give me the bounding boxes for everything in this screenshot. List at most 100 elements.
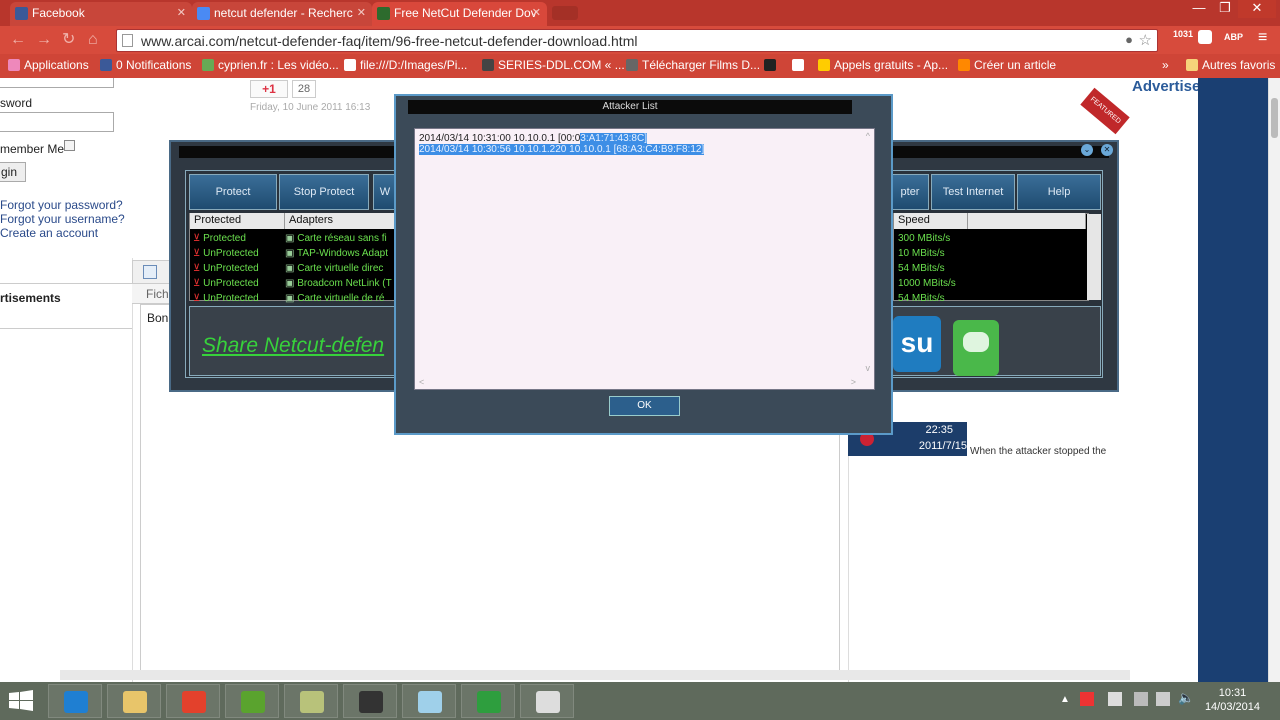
adapter-icon: ▣ — [285, 278, 298, 289]
table-row[interactable]: ⊻ UnProtected — [193, 291, 259, 306]
reload-icon[interactable]: ↻ — [62, 31, 75, 49]
menu-icon[interactable]: ≡ — [1258, 29, 1267, 47]
protect-button[interactable]: Protect — [189, 174, 277, 210]
thumb-date: 2011/7/15 — [918, 440, 967, 452]
close-icon[interactable]: ✕ — [532, 2, 541, 24]
tray-icon[interactable] — [1156, 692, 1170, 706]
forward-icon[interactable]: → — [36, 31, 52, 49]
scroll-down-icon[interactable]: v — [866, 363, 871, 373]
bookmark-item[interactable]: Applications — [8, 58, 89, 72]
bookmark-item[interactable]: Appels gratuits - Ap... — [818, 58, 948, 72]
facebook-icon — [15, 7, 28, 20]
start-button[interactable] — [8, 690, 34, 712]
table-row[interactable]: ⊻ UnProtected — [193, 261, 259, 276]
camera-icon[interactable] — [1198, 30, 1212, 44]
table-row[interactable]: ⊻ UnProtected — [193, 276, 259, 291]
bookmarks-bar: Applications 0 Notifications cyprien.fr … — [0, 54, 1280, 78]
adapter-button[interactable]: pter — [891, 174, 929, 210]
new-tab-button[interactable] — [552, 6, 578, 20]
taskbar-internet-explorer[interactable] — [48, 684, 102, 718]
other-bookmarks[interactable]: Autres favoris — [1186, 58, 1275, 72]
dialog-title: Attacker List — [408, 100, 852, 114]
bookmark-item[interactable]: Créer un article — [958, 58, 1056, 72]
taskbar-chrome[interactable] — [166, 684, 220, 718]
home-icon[interactable]: ⌂ — [88, 31, 98, 49]
chat-icon[interactable] — [953, 320, 999, 376]
clock-time: 10:31 — [1218, 687, 1247, 699]
scroll-up-icon[interactable]: ^ — [866, 131, 870, 141]
scrollbar-thumb[interactable] — [1271, 98, 1278, 138]
attacker-list[interactable]: 2014/03/14 10:31:00 10.10.0.1 [00:03:A1:… — [414, 128, 875, 390]
list-item[interactable]: 2014/03/14 10:31:00 10.10.0.1 [00:03:A1:… — [419, 133, 647, 144]
adblock-icon[interactable]: ABP — [1224, 32, 1243, 42]
close-icon[interactable]: ✕ — [177, 2, 186, 24]
table-row[interactable]: ⊻ Protected — [193, 231, 246, 246]
network-icon[interactable] — [1108, 692, 1122, 706]
adapter-icon: ▣ — [285, 248, 298, 259]
taskbar-pen-tool[interactable] — [402, 684, 456, 718]
horizontal-scrollbar[interactable] — [60, 670, 1130, 680]
tab-facebook[interactable]: Facebook ✕ — [10, 2, 192, 26]
forgot-password-link[interactable]: Forgot your password? — [0, 198, 123, 212]
scroll-left-icon[interactable]: < — [419, 377, 424, 387]
list-item[interactable]: 2014/03/14 10:30:56 10.10.1.220 10.10.0.… — [419, 144, 705, 155]
ok-button[interactable]: OK — [609, 396, 680, 416]
close-button[interactable]: ✕ — [1238, 0, 1276, 18]
system-clock[interactable]: 10:31 14/03/2014 — [1205, 686, 1260, 714]
username-field[interactable] — [0, 78, 114, 88]
bookmark-item[interactable] — [792, 58, 808, 72]
minimize-icon[interactable]: ⌄ — [1081, 144, 1093, 156]
forgot-username-link[interactable]: Forgot your username? — [0, 212, 125, 226]
extension-badge[interactable]: 1031 — [1172, 29, 1194, 39]
close-icon[interactable]: ✕ — [357, 2, 366, 24]
help-button[interactable]: Help — [1017, 174, 1101, 210]
adapters-column-header[interactable]: Adapters — [285, 213, 399, 229]
bookmark-item[interactable]: file:///D:/Images/Pi... — [344, 58, 467, 72]
tray-expand-icon[interactable]: ▲ — [1060, 694, 1070, 705]
test-internet-button[interactable]: Test Internet — [931, 174, 1015, 210]
password-field[interactable] — [0, 112, 114, 132]
maximize-button[interactable]: ❐ — [1212, 0, 1238, 18]
file-menu[interactable]: Fichi — [132, 284, 172, 304]
bookmark-item[interactable]: Télécharger Films D... — [626, 58, 760, 72]
document-icon[interactable] — [143, 265, 157, 279]
taskbar-snipping-tool[interactable] — [520, 684, 574, 718]
speed-column-header[interactable]: Speed — [894, 213, 968, 229]
create-account-link[interactable]: Create an account — [0, 226, 98, 240]
taskbar-file-explorer[interactable] — [107, 684, 161, 718]
bookmark-item[interactable]: SERIES-DDL.COM « ... — [482, 58, 625, 72]
taskbar-camtasia[interactable] — [343, 684, 397, 718]
remember-checkbox[interactable] — [64, 140, 75, 151]
star-icon[interactable]: ☆ — [1139, 31, 1152, 49]
share-link[interactable]: Share Netcut-defen — [202, 334, 384, 358]
protected-column-header[interactable]: Protected — [190, 213, 285, 229]
bookmarks-more[interactable]: » — [1162, 58, 1169, 72]
minimize-button[interactable]: — — [1186, 0, 1212, 18]
grid-scrollbar[interactable] — [1087, 214, 1101, 300]
editor-toolbar — [132, 260, 172, 284]
stop-protect-button[interactable]: Stop Protect — [279, 174, 369, 210]
address-bar[interactable]: www.arcai.com/netcut-defender-faq/item/9… — [116, 29, 1158, 52]
scroll-right-icon[interactable]: > — [851, 377, 856, 387]
login-button[interactable]: gin — [0, 162, 26, 182]
close-icon[interactable]: ✕ — [1101, 144, 1113, 156]
bookmark-item[interactable]: 0 Notifications — [100, 58, 191, 72]
location-icon[interactable]: ● — [1125, 32, 1133, 47]
back-icon[interactable]: ← — [10, 31, 26, 49]
volume-icon[interactable]: 🔈 — [1178, 690, 1194, 706]
bookmark-item[interactable]: cyprien.fr : Les vidéo... — [202, 58, 339, 72]
stumbleupon-icon[interactable]: su — [893, 316, 941, 372]
adapter-speed: 54 MBits/s — [898, 293, 945, 304]
column-header — [968, 213, 1086, 229]
tab-netcut[interactable]: Free NetCut Defender Dov ✕ — [372, 2, 547, 26]
flag-icon[interactable] — [1134, 692, 1148, 706]
tab-google[interactable]: netcut defender - Recherc ✕ — [192, 2, 372, 26]
gplus-button[interactable]: +1 — [250, 80, 288, 98]
taskbar-stats[interactable] — [461, 684, 515, 718]
tray-app-icon[interactable] — [1080, 692, 1094, 706]
table-row[interactable]: ⊻ UnProtected — [193, 246, 259, 261]
bookmark-item[interactable] — [764, 58, 780, 72]
page-scrollbar[interactable] — [1268, 78, 1280, 682]
taskbar-utorrent[interactable] — [225, 684, 279, 718]
taskbar-notepad[interactable] — [284, 684, 338, 718]
